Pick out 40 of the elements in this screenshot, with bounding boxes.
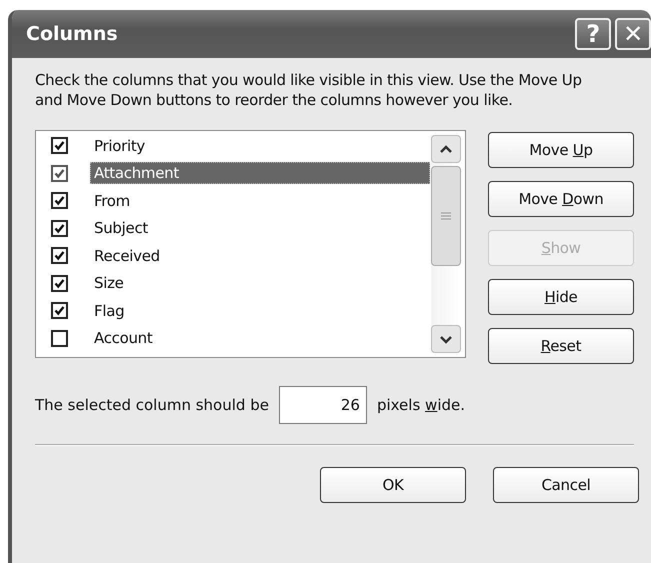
list-button[interactable]: Move Down (488, 181, 634, 217)
column-item[interactable]: Flag (90, 300, 430, 322)
check-icon (54, 222, 65, 234)
checkbox[interactable] (51, 192, 68, 210)
checkbox[interactable] (51, 247, 68, 264)
checkbox[interactable] (51, 164, 68, 182)
check-icon (54, 305, 65, 316)
column-item[interactable]: Priority (90, 134, 430, 157)
check-icon (54, 278, 65, 289)
checkbox[interactable] (51, 220, 68, 237)
scroll-down-icon[interactable] (439, 334, 453, 344)
checkbox[interactable] (51, 274, 68, 292)
check-icon (54, 195, 65, 206)
grip-icon[interactable] (441, 212, 451, 220)
column-item[interactable]: Received (90, 244, 430, 267)
dialog-button[interactable]: Cancel (493, 467, 639, 503)
check-icon (54, 250, 65, 262)
scrollbar[interactable] (431, 135, 461, 353)
column-item[interactable]: From (90, 190, 430, 212)
scroll-up-icon[interactable] (439, 144, 453, 154)
close-button[interactable]: ✕ (615, 18, 651, 50)
help-button[interactable]: ? (575, 18, 611, 50)
list-button[interactable]: Move Up (488, 132, 634, 168)
check-icon (54, 140, 65, 152)
column-item[interactable]: Account (90, 327, 430, 350)
checkbox[interactable] (51, 137, 68, 154)
units-label: pixels wide. (376, 396, 466, 414)
window-title: Columns (26, 23, 119, 45)
checkbox[interactable] (51, 302, 68, 320)
column-item[interactable]: Subject (90, 217, 430, 240)
check-icon (54, 168, 65, 179)
checkbox[interactable] (51, 330, 68, 347)
column-item[interactable]: Size (90, 272, 430, 294)
column-item[interactable]: Attachment (90, 162, 430, 184)
dialog-button[interactable]: OK (320, 467, 466, 503)
instructions-text: Check the columns that you would like visible in this view. Use the Move Up and Move Down buttons to reorder the columns however you like. (35, 70, 583, 110)
list-button[interactable]: Hide (488, 279, 634, 315)
list-button[interactable]: Reset (488, 328, 634, 364)
width-field[interactable]: 26 (278, 386, 367, 424)
width-label: The selected column should be (35, 396, 269, 414)
